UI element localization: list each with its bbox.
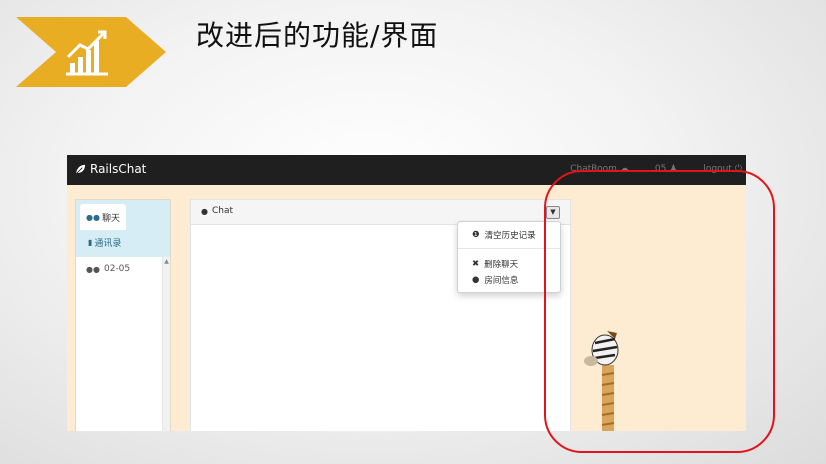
tab-chat-label: 聊天 [101, 213, 120, 224]
chat-panel-title: ● Chat [201, 206, 233, 216]
sidebar: ●● 聊天 ▮ 通讯录 ●● 02-05 ▲ [75, 199, 171, 431]
leaf-icon [75, 164, 86, 174]
book-icon: ▮ [88, 238, 93, 247]
sidebar-tabs: ●● 聊天 ▮ 通讯录 [76, 200, 170, 257]
tab-chat[interactable]: ●● 聊天 [80, 204, 126, 230]
comments-icon: ●● [86, 264, 100, 274]
menu-item-clear-history[interactable]: ❶ 清空历史记录 [472, 229, 536, 241]
slide-title: 改进后的功能/界面 [196, 19, 439, 52]
sidebar-scrollbar[interactable]: ▲ [162, 257, 170, 431]
comment-icon: ● [472, 275, 480, 285]
scroll-up-icon[interactable]: ▲ [163, 257, 170, 267]
brand[interactable]: RailsChat [75, 162, 146, 176]
comment-icon: ● [201, 206, 208, 216]
close-icon: ✖ [472, 259, 480, 269]
highlight-circle [544, 170, 775, 453]
chat-title-label: Chat [211, 206, 234, 216]
menu-item-room-info[interactable]: ● 房间信息 [472, 274, 518, 286]
menu-delete-label: 删除聊天 [484, 260, 519, 270]
tab-contacts-label: 通讯录 [94, 239, 122, 249]
info-icon: ❶ [472, 230, 480, 240]
title-badge [16, 17, 166, 87]
tab-contacts[interactable]: ▮ 通讯录 [88, 236, 121, 249]
comments-icon: ●● [86, 212, 100, 222]
menu-roominfo-label: 房间信息 [484, 276, 519, 286]
room-list-item[interactable]: ●● 02-05 [86, 264, 130, 274]
menu-clear-label: 清空历史记录 [484, 231, 536, 241]
brand-name: RailsChat [90, 162, 147, 176]
menu-item-delete-chat[interactable]: ✖ 删除聊天 [472, 258, 518, 270]
room-label: 02-05 [103, 264, 131, 274]
